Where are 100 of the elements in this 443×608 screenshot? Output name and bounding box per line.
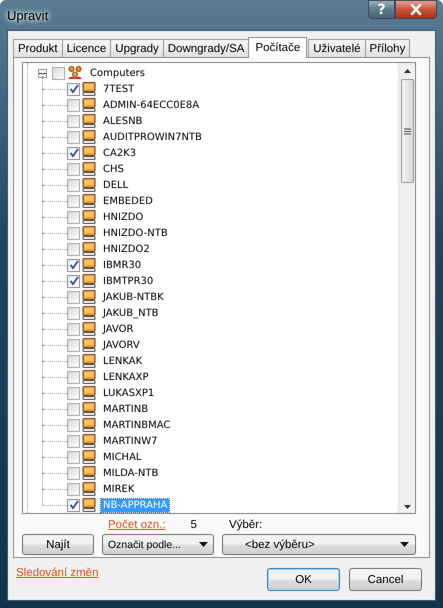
- checkbox[interactable]: [67, 114, 80, 128]
- checkbox[interactable]: [67, 146, 80, 160]
- mark-by-button[interactable]: Označit podle...: [102, 534, 214, 555]
- help-button[interactable]: ?: [368, 0, 395, 19]
- computer-icon: [82, 162, 96, 176]
- collapse-toggle[interactable]: [38, 68, 47, 78]
- checkbox[interactable]: [67, 354, 80, 368]
- computer-icon: [82, 130, 96, 144]
- scroll-thumb[interactable]: [400, 79, 414, 183]
- tree-item[interactable]: MIREK: [101, 482, 136, 496]
- count-link[interactable]: Počet ozn.:: [108, 519, 166, 531]
- computer-icon: [82, 418, 96, 432]
- computer-icon: [82, 338, 96, 352]
- checkbox[interactable]: [67, 210, 80, 224]
- checkbox[interactable]: [67, 338, 80, 352]
- tree-item[interactable]: MARTINW7: [101, 434, 160, 448]
- checkbox[interactable]: [67, 178, 80, 192]
- tree-item[interactable]: EMBEDED: [101, 194, 155, 208]
- computer-icon: [82, 274, 96, 288]
- tree-item[interactable]: AUDITPROWIN7NTB: [101, 130, 204, 144]
- checkbox[interactable]: [67, 434, 80, 448]
- tab[interactable]: Upgrady: [110, 39, 164, 57]
- checkbox[interactable]: [67, 482, 80, 496]
- tree-item[interactable]: ADMIN-64ECC0E8A: [101, 98, 202, 112]
- checkbox[interactable]: [67, 370, 80, 384]
- tree-item[interactable]: MARTINB: [101, 402, 150, 416]
- close-button[interactable]: [395, 0, 437, 19]
- checkbox[interactable]: [67, 162, 80, 176]
- find-button[interactable]: Najít: [22, 534, 94, 555]
- checkbox[interactable]: [67, 258, 80, 272]
- checkbox[interactable]: [67, 450, 80, 464]
- tree-item[interactable]: LENKAK: [101, 354, 144, 368]
- checkbox[interactable]: [67, 226, 80, 240]
- ok-button[interactable]: OK: [267, 568, 340, 591]
- computer-icon: [82, 242, 96, 256]
- grip-icon: [404, 128, 410, 134]
- computer-icon: [82, 146, 96, 160]
- caret-icon: [199, 542, 208, 547]
- tree-item[interactable]: IBMTPR30: [101, 274, 156, 288]
- computer-icon: [82, 370, 96, 384]
- selection-dropdown[interactable]: <bez výběru>: [222, 534, 416, 555]
- tree-item[interactable]: MARTINBMAC: [101, 418, 172, 432]
- checkbox[interactable]: [67, 498, 80, 512]
- tab[interactable]: Přílohy: [364, 39, 410, 57]
- checkbox[interactable]: [67, 306, 80, 320]
- tab[interactable]: Downgrady/SA: [162, 39, 250, 57]
- tree-item[interactable]: CHS: [101, 162, 126, 176]
- tree-item[interactable]: LENKAXP: [101, 370, 150, 384]
- tree-item[interactable]: LUKASXP1: [101, 386, 156, 400]
- tree-item[interactable]: DELL: [101, 178, 130, 192]
- scrollbar[interactable]: [398, 63, 415, 513]
- checkbox[interactable]: [67, 274, 80, 288]
- computer-icon: [82, 322, 96, 336]
- computer-icon: [82, 466, 96, 480]
- tree-item[interactable]: MILDA-NTB: [101, 466, 160, 480]
- computer-icon: [82, 498, 96, 512]
- computer-icon: [82, 98, 96, 112]
- checkbox[interactable]: [67, 242, 80, 256]
- scroll-up-icon[interactable]: [404, 69, 410, 73]
- tree-item[interactable]: HNIZDO-NTB: [101, 226, 170, 240]
- computer-icon: [82, 386, 96, 400]
- checkbox[interactable]: [67, 466, 80, 480]
- tree-item[interactable]: JAVORV: [101, 338, 142, 352]
- caret-icon: [400, 542, 409, 547]
- tab[interactable]: Produkt: [13, 39, 63, 57]
- checkbox[interactable]: [52, 66, 65, 80]
- tab[interactable]: Počítače: [248, 37, 308, 58]
- tree-item[interactable]: MICHAL: [101, 450, 144, 464]
- computer-icon: [82, 114, 96, 128]
- tree-item[interactable]: ALESNB: [101, 114, 144, 128]
- checkbox[interactable]: [67, 98, 80, 112]
- tab[interactable]: Licence: [62, 39, 112, 57]
- checkbox[interactable]: [67, 290, 80, 304]
- tree-item[interactable]: JAVOR: [101, 322, 136, 336]
- checkbox[interactable]: [67, 386, 80, 400]
- tree-item[interactable]: 7TEST: [101, 82, 136, 96]
- scroll-down-icon[interactable]: [404, 505, 410, 509]
- count-value: 5: [190, 519, 197, 531]
- tree-item[interactable]: JAKUB-NTBK: [101, 290, 166, 304]
- tree-item[interactable]: HNIZDO2: [101, 242, 152, 256]
- checkbox[interactable]: [67, 402, 80, 416]
- tree-item[interactable]: JAKUB_NTB: [101, 306, 161, 320]
- computer-icon: [82, 82, 96, 96]
- tree-item[interactable]: Computers: [88, 66, 147, 80]
- computer-icon: [82, 290, 96, 304]
- checkbox[interactable]: [67, 322, 80, 336]
- computer-icon: [82, 434, 96, 448]
- computer-icon: [82, 210, 96, 224]
- close-icon: [410, 4, 422, 15]
- tab[interactable]: Uživatelé: [308, 39, 366, 57]
- checkbox[interactable]: [67, 82, 80, 96]
- computer-icon: [82, 194, 96, 208]
- tree-item[interactable]: HNIZDO: [101, 210, 146, 224]
- tree-item[interactable]: IBMR30: [101, 258, 144, 272]
- computer-icon: [82, 402, 96, 416]
- tree-item[interactable]: CA2K3: [101, 146, 138, 160]
- checkbox[interactable]: [67, 194, 80, 208]
- checkbox[interactable]: [67, 418, 80, 432]
- cancel-button[interactable]: Cancel: [349, 568, 422, 591]
- checkbox[interactable]: [67, 130, 80, 144]
